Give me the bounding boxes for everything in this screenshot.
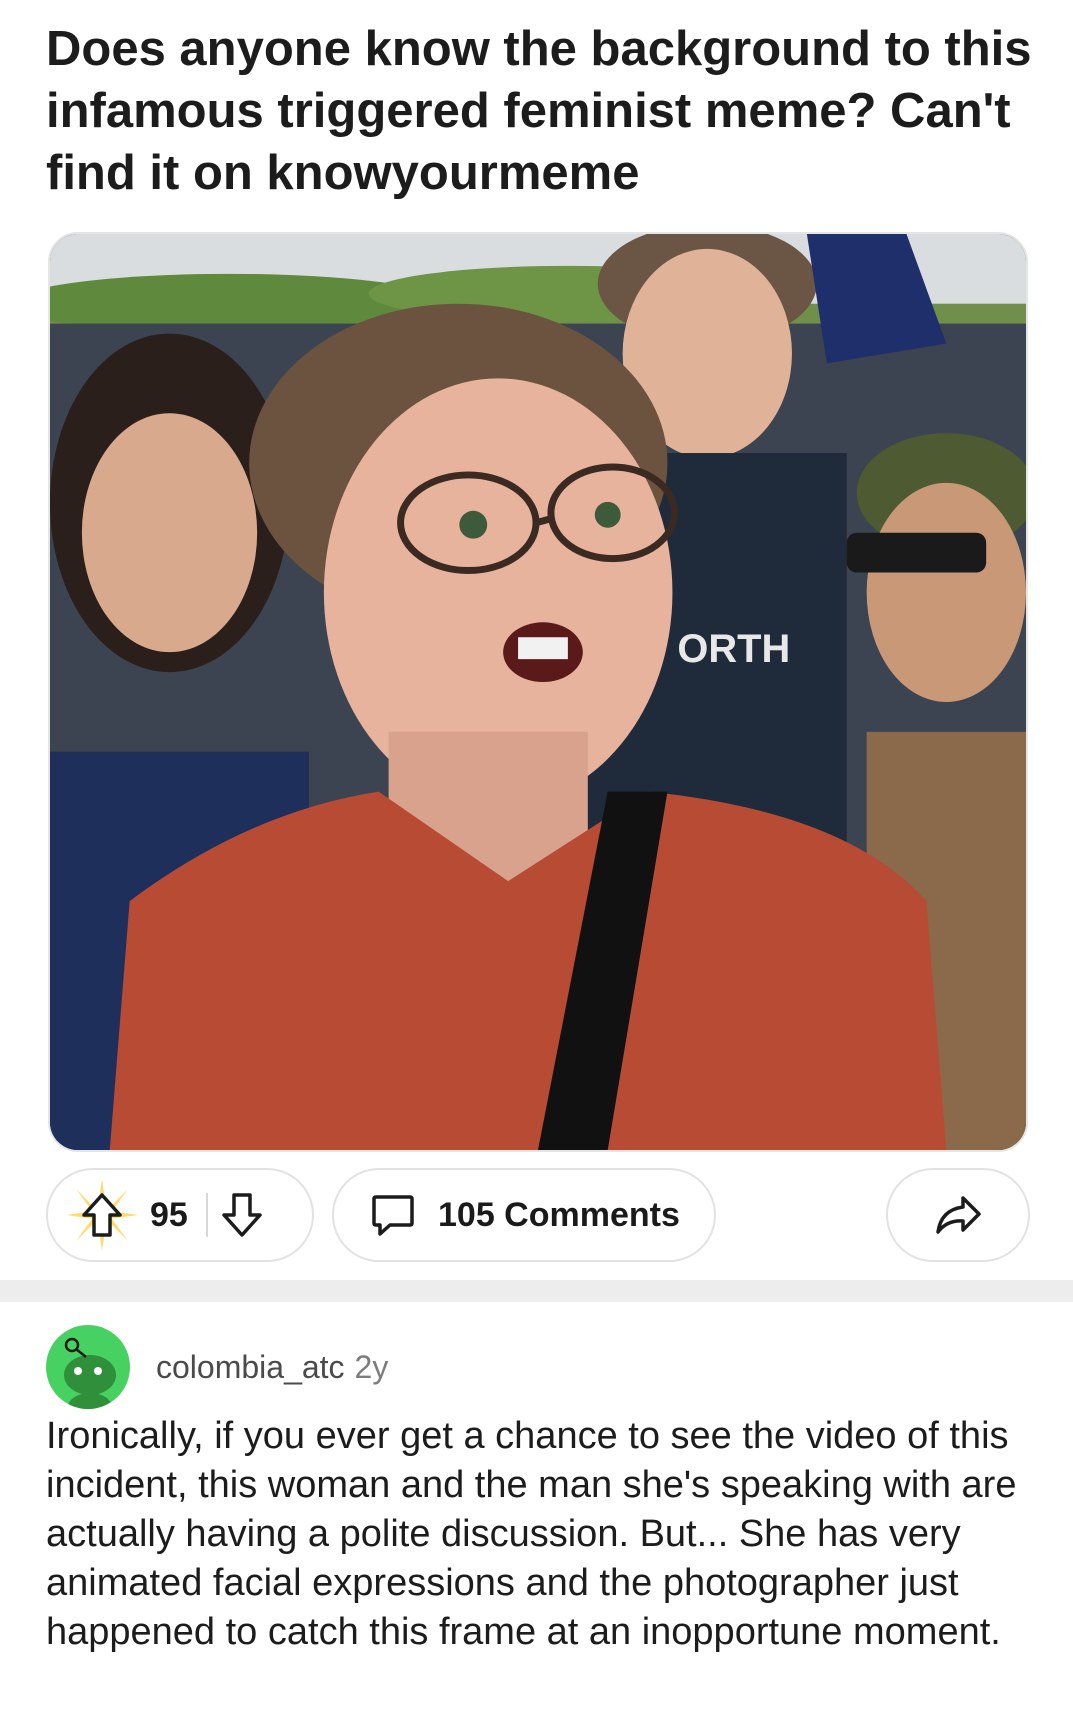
downvote-icon (222, 1193, 262, 1237)
post-title[interactable]: Does anyone know the background to this … (46, 18, 1036, 204)
snoo-avatar-icon (64, 1337, 116, 1409)
share-icon (933, 1192, 983, 1238)
avatar[interactable] (46, 1325, 130, 1409)
vote-control: 95 (46, 1168, 314, 1262)
share-button[interactable] (886, 1168, 1030, 1262)
post-image[interactable]: ORTH (48, 232, 1028, 1152)
comment-age: 2y (354, 1348, 389, 1385)
comments-count: 105 Comments (438, 1195, 680, 1234)
upvote-button[interactable] (66, 1179, 138, 1251)
comment-body: Ironically, if you ever get a chance to … (46, 1415, 1017, 1653)
post-photo: ORTH (50, 234, 1026, 1150)
comment-icon (370, 1192, 416, 1238)
vote-separator (205, 1193, 208, 1237)
downvote-button[interactable] (220, 1191, 264, 1239)
vote-score: 95 (150, 1195, 188, 1234)
section-divider (0, 1280, 1073, 1302)
comments-button[interactable]: 105 Comments (332, 1168, 716, 1262)
comment-header: colombia_atc 2y (46, 1325, 388, 1409)
upvote-icon (82, 1193, 122, 1237)
shirt-text: ORTH (677, 627, 790, 671)
comment-username[interactable]: colombia_atc (156, 1349, 345, 1386)
